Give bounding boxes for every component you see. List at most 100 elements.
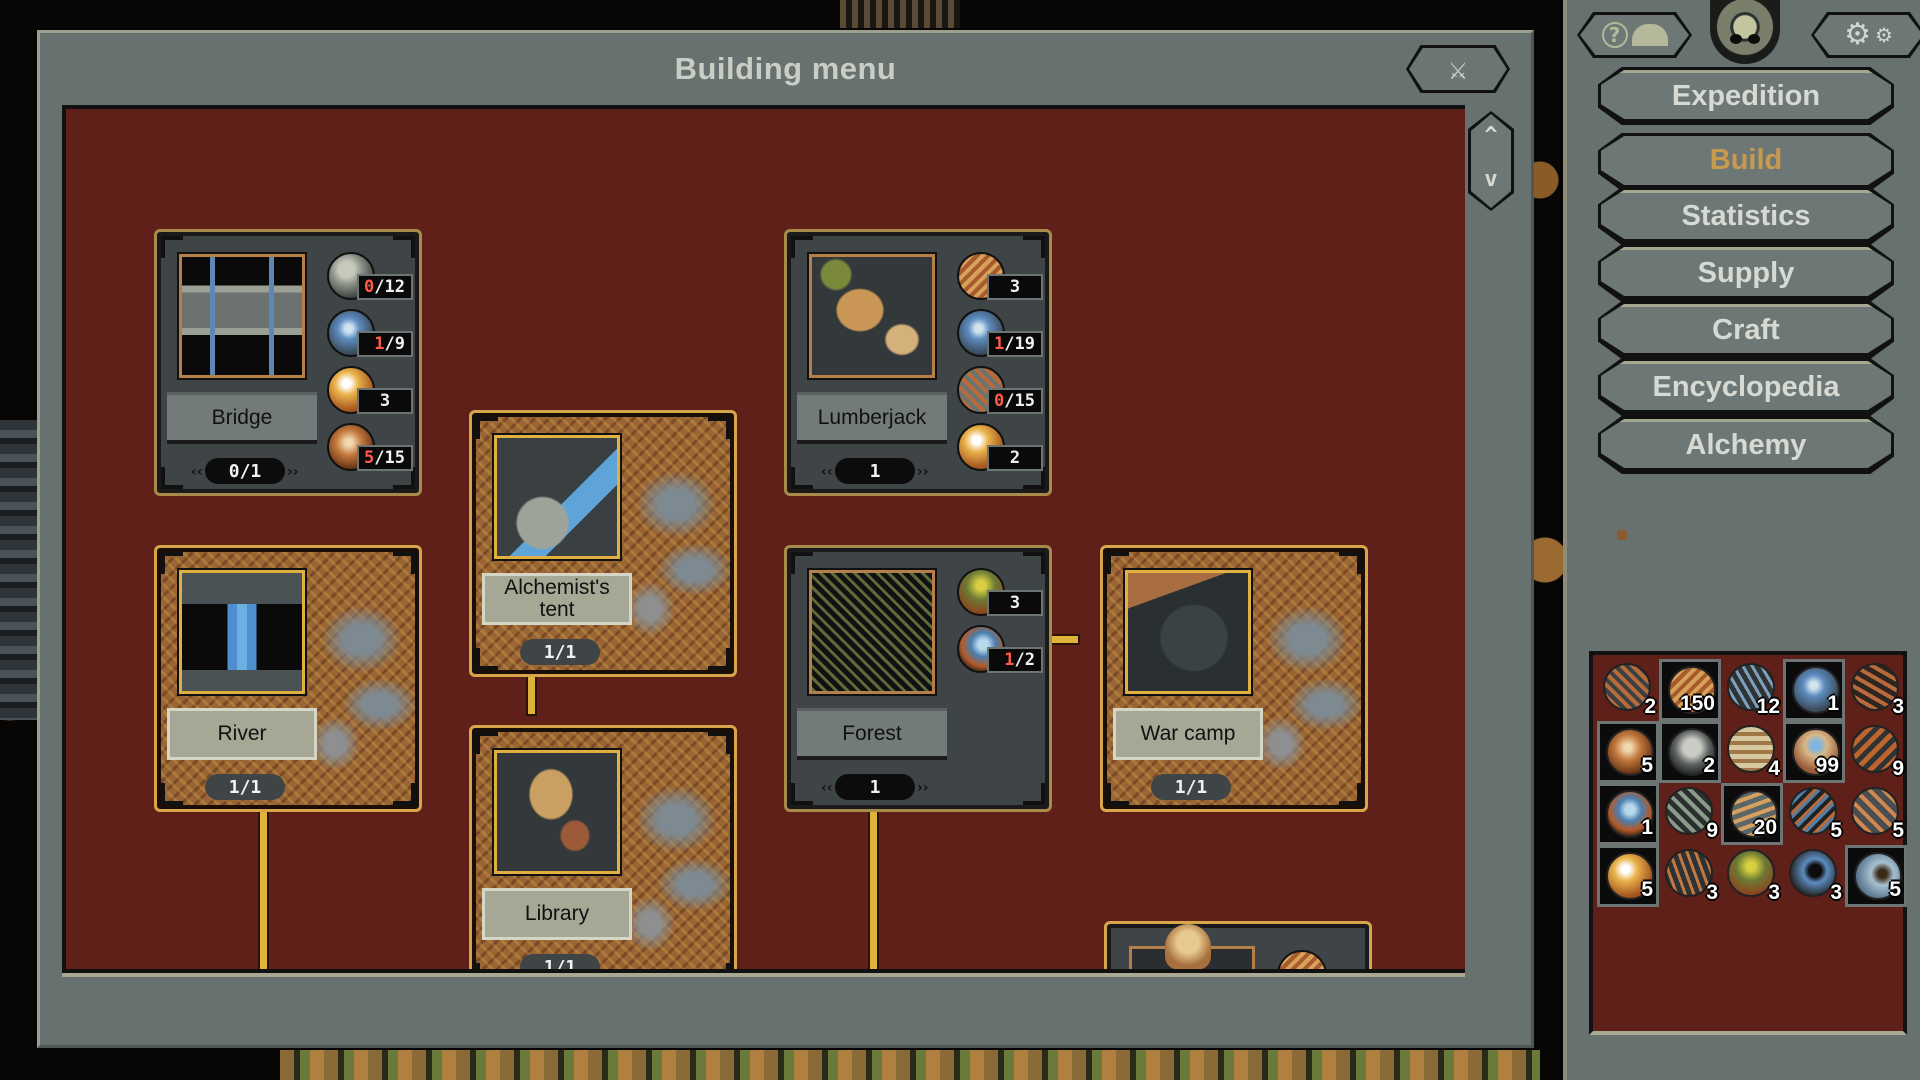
item-quantity: 2	[1644, 695, 1656, 718]
item-quantity: 3	[1892, 695, 1904, 718]
alchemists-tent-image	[492, 433, 622, 561]
inventory-slot[interactable]: 5	[1845, 783, 1907, 845]
building-name: Forest	[797, 708, 947, 760]
building-card-bridge[interactable]: Bridge ‹‹ ›› 0/1 0/12 1/9 3 5/15	[154, 229, 422, 496]
building-name: Bridge	[167, 392, 317, 444]
bridge-image	[177, 252, 307, 380]
item-quantity: 5	[1889, 878, 1901, 901]
building-name: River	[167, 708, 317, 760]
inventory-slot[interactable]: 3	[1721, 845, 1783, 907]
inventory-slot[interactable]: 5	[1597, 721, 1659, 783]
settings-button[interactable]: ⚙ ⚙	[1811, 12, 1920, 58]
item-quantity: 5	[1641, 754, 1653, 777]
resource-cost: 0/15	[957, 366, 1043, 416]
item-quantity: 5	[1892, 819, 1904, 842]
crossed-swords-icon: ⚔	[1448, 51, 1468, 87]
camp-info-button[interactable]: ?	[1577, 12, 1692, 58]
building-card-war-camp[interactable]: War camp 1/1	[1100, 545, 1368, 812]
resource-inventory: 2 150 12 1 3 5 2 4 99 9 1 9 20 5 5 5 3 3 3 5	[1589, 651, 1907, 1035]
menu-button-build[interactable]: Build	[1598, 133, 1894, 191]
menu-button-encyclopedia[interactable]: Encyclopedia	[1598, 358, 1894, 416]
gear-icon: ⚙	[1844, 17, 1871, 52]
building-card-lumberjack[interactable]: Lumberjack ‹‹ ›› 1 3 1/19 0/15 2	[784, 229, 1052, 496]
building-count: 1/1	[205, 774, 285, 800]
building-count: 1/1	[1151, 774, 1231, 800]
preserved-wood-icon	[1277, 950, 1327, 969]
resource-cost: 1/2	[957, 625, 1043, 675]
chevron-up-icon[interactable]: ^	[1468, 123, 1514, 148]
forest-image	[807, 568, 937, 696]
building-tree-area[interactable]: Bridge ‹‹ ›› 0/1 0/12 1/9 3 5/15 Lumberj…	[62, 105, 1465, 973]
menu-button-craft[interactable]: Craft	[1598, 301, 1894, 359]
war-camp-image	[1123, 568, 1253, 696]
help-icon: ?	[1601, 22, 1628, 48]
gear-small-icon: ⚙	[1874, 23, 1893, 47]
skull-emblem-icon	[1710, 0, 1780, 64]
sidebar: ? ⚙ ⚙ Expedition Build Statistics Supply…	[1563, 0, 1920, 1080]
inventory-slot[interactable]: 99	[1783, 721, 1845, 783]
item-quantity: 12	[1756, 695, 1780, 718]
building-card-forest[interactable]: Forest ‹‹ ›› 1 3 1/2	[784, 545, 1052, 812]
scroll-control[interactable]: ^ v	[1468, 111, 1514, 211]
inventory-slot[interactable]: 5	[1845, 845, 1907, 907]
item-quantity: 3	[1768, 881, 1780, 904]
item-quantity: 3	[1830, 881, 1842, 904]
camp-icon	[1631, 24, 1668, 46]
inventory-slot[interactable]: 5	[1597, 845, 1659, 907]
resource-cost: 3	[957, 568, 1043, 618]
item-quantity: 1	[1827, 692, 1839, 715]
inventory-slot[interactable]: 12	[1721, 659, 1783, 721]
inventory-slot[interactable]: 150	[1659, 659, 1721, 721]
building-count: 1/1	[520, 639, 600, 665]
inventory-slot[interactable]: 2	[1597, 659, 1659, 721]
resource-cost: 1/19	[957, 309, 1043, 359]
window-title: Building menu	[674, 51, 897, 86]
item-quantity: 9	[1706, 819, 1718, 842]
menu-button-statistics[interactable]: Statistics	[1598, 187, 1894, 245]
connector-river-down	[260, 799, 267, 969]
inventory-slot[interactable]: 1	[1783, 659, 1845, 721]
item-quantity: 2	[1703, 754, 1715, 777]
building-menu-window: Building menu ⚔ ^ v Bridge ‹‹ ›› 0/1 0/12	[37, 30, 1534, 1048]
skull-icon	[1165, 924, 1211, 969]
building-name: War camp	[1113, 708, 1263, 760]
river-image	[177, 568, 307, 696]
item-quantity: 3	[1706, 881, 1718, 904]
inventory-slot[interactable]: 20	[1721, 783, 1783, 845]
resource-cost: 5/15	[327, 423, 413, 473]
building-card-river[interactable]: River 1/1	[154, 545, 422, 812]
menu-button-supply[interactable]: Supply	[1598, 244, 1894, 302]
menu-button-alchemy[interactable]: Alchemy	[1598, 416, 1894, 474]
resource-cost: 2	[957, 423, 1043, 473]
building-count: 1	[835, 458, 915, 484]
resource-cost: 0/12	[327, 252, 413, 302]
building-card-alchemists-tent[interactable]: Alchemist's tent 1/1	[469, 410, 737, 677]
building-card-partial[interactable]	[1104, 921, 1372, 969]
building-name: Alchemist's tent	[482, 573, 632, 625]
building-count: 0/1	[205, 458, 285, 484]
menu-button-expedition[interactable]: Expedition	[1598, 67, 1894, 125]
resource-cost: 3	[327, 366, 413, 416]
inventory-slot[interactable]: 3	[1659, 845, 1721, 907]
content-bottom-edge	[62, 973, 1465, 977]
resource-cost: 1/9	[327, 309, 413, 359]
item-quantity: 5	[1641, 878, 1653, 901]
item-quantity: 9	[1892, 757, 1904, 780]
inventory-slot[interactable]: 3	[1783, 845, 1845, 907]
inventory-slot[interactable]: 9	[1659, 783, 1721, 845]
inventory-slot[interactable]: 5	[1783, 783, 1845, 845]
building-card-library[interactable]: Library 1/1	[469, 725, 737, 969]
inventory-slot[interactable]: 4	[1721, 721, 1783, 783]
building-count: 1	[835, 774, 915, 800]
building-name: Library	[482, 888, 632, 940]
inventory-slot[interactable]: 1	[1597, 783, 1659, 845]
inventory-slot[interactable]: 9	[1845, 721, 1907, 783]
inventory-slot[interactable]: 3	[1845, 659, 1907, 721]
close-button[interactable]: ⚔	[1406, 45, 1510, 93]
inventory-slot[interactable]: 2	[1659, 721, 1721, 783]
item-quantity: 99	[1815, 754, 1839, 777]
building-count: 1/1	[520, 954, 600, 969]
library-image	[492, 748, 622, 876]
chevron-down-icon[interactable]: v	[1468, 167, 1514, 192]
map-tile-strip-bottom	[280, 1050, 1540, 1080]
